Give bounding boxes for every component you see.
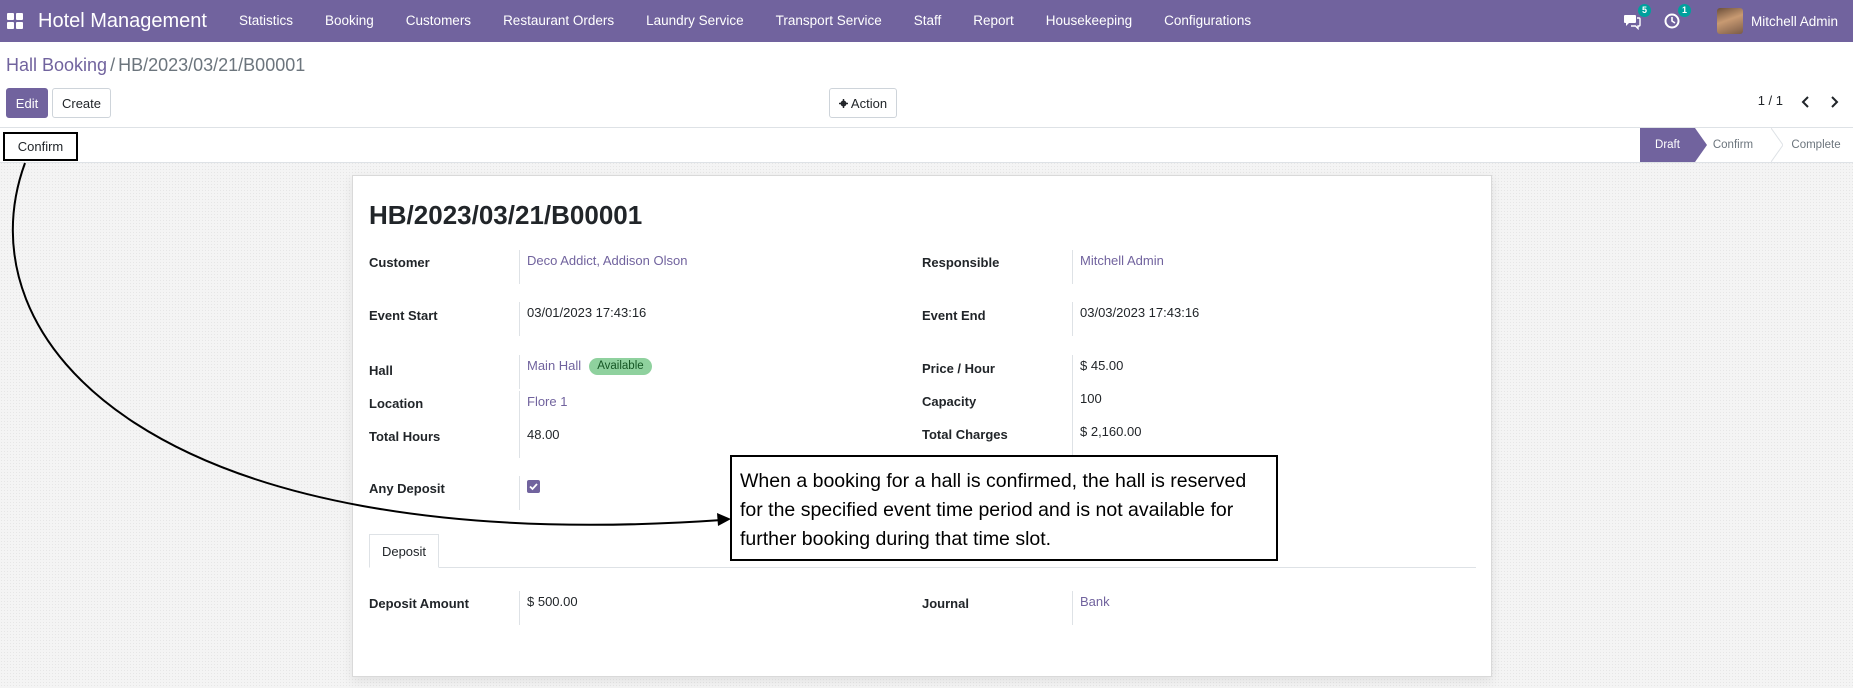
activities-count-badge: 1 <box>1677 4 1691 17</box>
total-hours-label: Total Hours <box>369 429 441 444</box>
stage-arrow-icon <box>1771 128 1783 162</box>
stage-pipeline: Draft Confirm Complete <box>1640 128 1853 162</box>
action-label: Action <box>850 95 888 111</box>
responsible-field[interactable]: Mitchell Admin <box>1072 250 1164 284</box>
capacity-field[interactable]: 100 <box>1072 388 1102 422</box>
main-menu: Statistics Booking Customers Restaurant … <box>223 0 1267 42</box>
activities-clock-icon[interactable]: 1 <box>1663 4 1691 30</box>
stage-confirm-label: Confirm <box>1712 139 1754 151</box>
record-title: HB/2023/03/21/B00001 <box>369 200 643 230</box>
menu-item-customers[interactable]: Customers <box>390 0 487 42</box>
pager-previous-button[interactable] <box>1799 92 1813 112</box>
event-end-label: Event End <box>922 308 986 323</box>
tab-deposit[interactable]: Deposit <box>369 534 439 568</box>
hall-value[interactable]: Main Hall <box>527 358 581 373</box>
stage-draft-label: Draft <box>1655 139 1680 151</box>
menu-item-booking[interactable]: Booking <box>309 0 390 42</box>
messages-icon[interactable]: 5 <box>1623 4 1651 31</box>
event-start-label: Event Start <box>369 308 438 323</box>
create-button[interactable]: Create <box>52 88 111 118</box>
journal-label: Journal <box>922 596 969 611</box>
menu-item-configurations[interactable]: Configurations <box>1148 0 1267 42</box>
tab-divider <box>369 567 1476 568</box>
action-button[interactable]: Action <box>829 88 897 118</box>
location-field[interactable]: Flore 1 <box>519 391 567 425</box>
annotation-callout: When a booking for a hall is confirmed, … <box>730 455 1278 561</box>
control-panel: Hall Booking / HB/2023/03/21/B00001 Edit C… <box>0 42 1853 128</box>
hall-field[interactable]: Main Hall Available <box>519 355 652 389</box>
breadcrumb: Hall Booking / HB/2023/03/21/B00001 <box>6 55 305 76</box>
deposit-amount-label: Deposit Amount <box>369 596 469 611</box>
menu-item-report[interactable]: Report <box>957 0 1030 42</box>
gear-icon <box>838 98 848 108</box>
journal-field[interactable]: Bank <box>1072 591 1110 625</box>
breadcrumb-current: HB/2023/03/21/B00001 <box>118 55 306 75</box>
stage-draft[interactable]: Draft <box>1640 128 1707 162</box>
confirm-button[interactable]: Confirm <box>3 132 78 161</box>
price-per-hour-field[interactable]: $ 45.00 <box>1072 355 1123 389</box>
customer-field[interactable]: Deco Addict, Addison Olson <box>519 250 687 284</box>
location-label: Location <box>369 396 424 411</box>
apps-menu-icon[interactable] <box>7 13 23 29</box>
total-hours-field[interactable]: 48.00 <box>519 424 560 458</box>
status-bar: Confirm Draft Confirm Complete <box>0 128 1853 163</box>
stage-complete[interactable]: Complete <box>1771 128 1853 162</box>
menu-item-restaurant-orders[interactable]: Restaurant Orders <box>487 0 630 42</box>
app-brand[interactable]: Hotel Management <box>38 10 207 33</box>
hall-status-badge: Available <box>589 358 652 375</box>
breadcrumb-parent[interactable]: Hall Booking <box>6 55 107 75</box>
total-charges-field[interactable]: $ 2,160.00 <box>1072 421 1141 455</box>
hall-label: Hall <box>369 363 393 378</box>
chevron-left-icon <box>1801 96 1809 108</box>
breadcrumb-separator: / <box>110 55 116 75</box>
messages-count-badge: 5 <box>1637 4 1651 17</box>
stage-complete-label: Complete <box>1791 139 1841 151</box>
menu-item-staff[interactable]: Staff <box>898 0 958 42</box>
event-end-field[interactable]: 03/03/2023 17:43:16 <box>1072 302 1199 336</box>
menu-item-transport-service[interactable]: Transport Service <box>760 0 898 42</box>
any-deposit-label: Any Deposit <box>369 481 445 496</box>
pager-value[interactable]: 1 / 1 <box>1758 93 1783 108</box>
user-avatar[interactable] <box>1716 8 1743 34</box>
check-icon <box>529 483 538 491</box>
responsible-label: Responsible <box>922 255 1000 270</box>
deposit-amount-field[interactable]: $ 500.00 <box>519 591 578 625</box>
stage-arrow-icon <box>1695 128 1707 162</box>
price-per-hour-label: Price / Hour <box>922 361 995 376</box>
navbar-systray: 5 1 Mitchell Admin <box>1623 0 1853 42</box>
customer-label: Customer <box>369 255 430 270</box>
event-start-field[interactable]: 03/01/2023 17:43:16 <box>519 302 646 336</box>
menu-item-laundry-service[interactable]: Laundry Service <box>630 0 760 42</box>
any-deposit-field <box>519 476 540 510</box>
form-sheet: HB/2023/03/21/B00001 Customer Deco Addic… <box>352 175 1492 677</box>
total-charges-label: Total Charges <box>922 427 1008 442</box>
user-menu[interactable]: Mitchell Admin <box>1751 14 1838 29</box>
edit-button[interactable]: Edit <box>6 88 48 118</box>
capacity-label: Capacity <box>922 394 977 409</box>
chevron-right-icon <box>1831 96 1839 108</box>
top-navbar: Hotel Management Statistics Booking Cust… <box>0 0 1853 42</box>
pager-next-button[interactable] <box>1827 92 1841 112</box>
menu-item-statistics[interactable]: Statistics <box>223 0 309 42</box>
menu-item-housekeeping[interactable]: Housekeeping <box>1030 0 1148 42</box>
any-deposit-checkbox[interactable] <box>527 480 540 493</box>
